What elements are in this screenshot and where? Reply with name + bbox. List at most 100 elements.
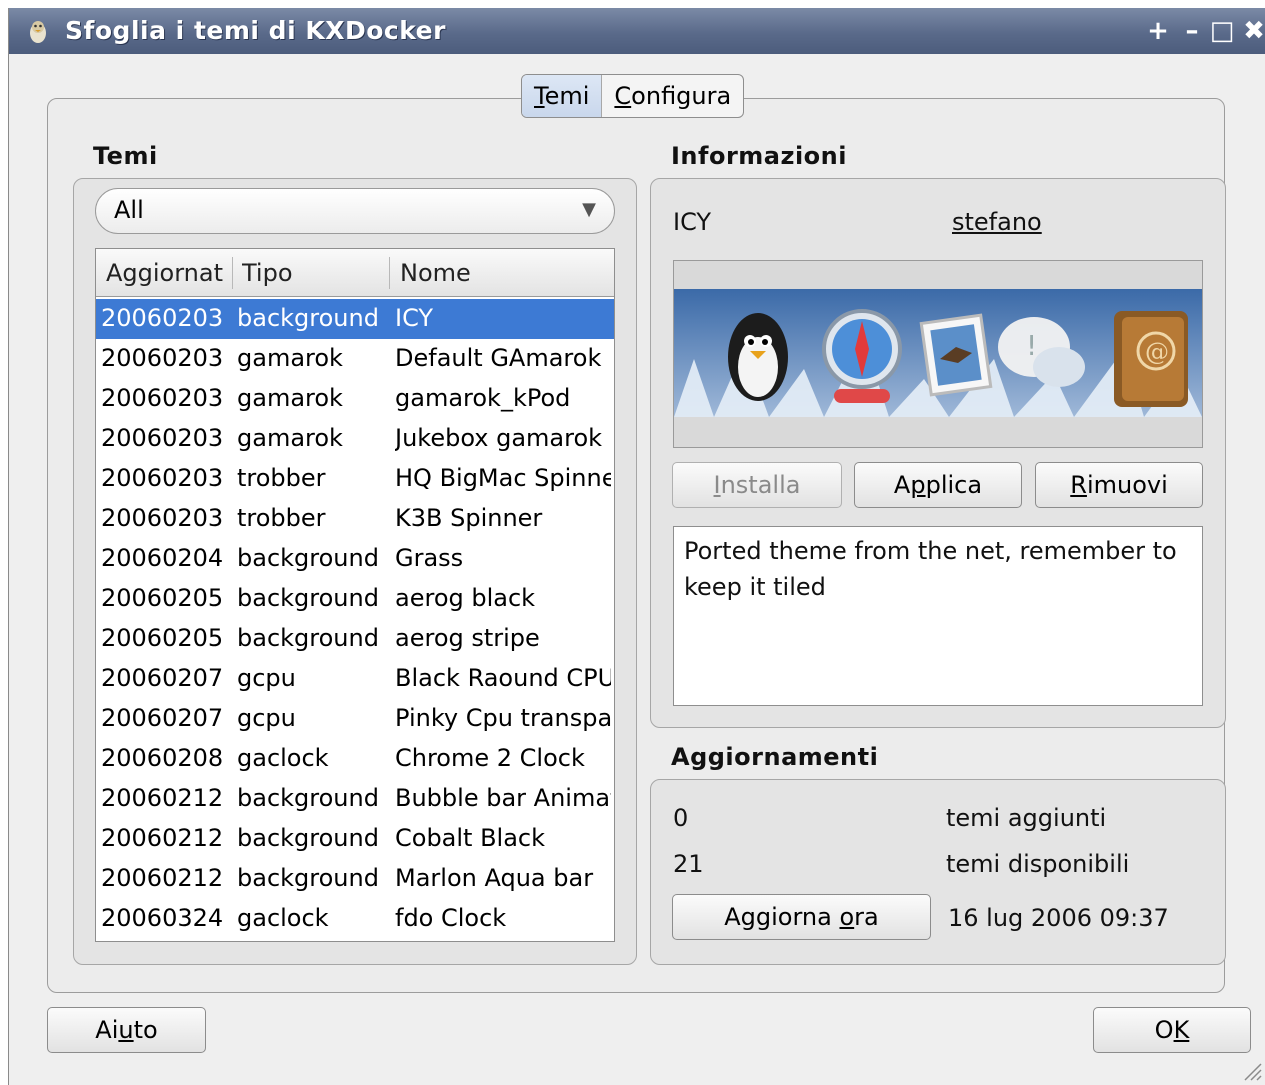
filter-value: All [114, 196, 144, 224]
list-item[interactable]: 20060207 gcpu Pinky Cpu transparent [96, 699, 614, 739]
list-item[interactable]: 20060203 gamarok Jukebox gamarok [96, 419, 614, 459]
list-item[interactable]: 20060203 gamarok Default GAmarok [96, 339, 614, 379]
resize-grip-icon[interactable] [1241, 1060, 1263, 1082]
list-item[interactable]: 20060207 gcpu Black Raound CPU [96, 659, 614, 699]
author-link[interactable]: stefano [952, 208, 1042, 236]
cell-date: 20060203 [101, 384, 224, 412]
cell-date: 20060207 [101, 704, 224, 732]
title-bar[interactable]: Sfoglia i temi di KXDocker + – □ ✖ [9, 8, 1265, 54]
remove-button[interactable]: Rimuovi [1035, 462, 1203, 508]
cell-name: Pinky Cpu transparent [395, 704, 611, 732]
cell-type: gamarok [237, 384, 343, 412]
cell-name: aerog stripe [395, 624, 540, 652]
cell-name: fdo Clock [395, 904, 507, 932]
cell-date: 20060205 [101, 584, 224, 612]
column-divider[interactable] [232, 257, 233, 289]
theme-type-filter-select[interactable]: All ▼ [95, 188, 615, 234]
cell-name: Marlon Aqua bar [395, 864, 594, 892]
cell-name: K3B Spinner [395, 504, 543, 532]
list-header: Aggiornat Tipo Nome [96, 249, 614, 297]
cell-type: background [237, 824, 379, 852]
cell-name: Default GAmarok [395, 344, 602, 372]
cell-type: gamarok [237, 424, 343, 452]
list-item[interactable]: 20060203 gamarok gamarok_kPod [96, 379, 614, 419]
tab-temi[interactable]: Temi [522, 75, 603, 117]
cell-name: gamarok_kPod [395, 384, 571, 412]
cell-name: Black Raound CPU [395, 664, 611, 692]
theme-description[interactable]: Ported theme from the net, remember to k… [673, 526, 1203, 706]
list-item[interactable]: 20060208 gaclock Chrome 2 Clock [96, 739, 614, 779]
cell-type: background [237, 304, 379, 332]
cell-type: trobber [237, 504, 326, 532]
column-header-date[interactable]: Aggiornat [106, 259, 228, 287]
cell-date: 20060212 [101, 864, 224, 892]
cell-type: background [237, 544, 379, 572]
info-section-title: Informazioni [671, 142, 847, 170]
list-item[interactable]: 20060205 background aerog black [96, 579, 614, 619]
install-button[interactable]: Installa [672, 462, 842, 508]
cell-name: Grass [395, 544, 464, 572]
column-divider[interactable] [389, 257, 390, 289]
help-button[interactable]: Aiuto [47, 1007, 206, 1053]
cell-date: 20060205 [101, 624, 224, 652]
tab-bar: Temi Configura [521, 74, 745, 118]
cell-name: ICY [395, 304, 434, 332]
svg-text:!: ! [1026, 329, 1037, 362]
cell-date: 20060203 [101, 304, 224, 332]
theme-preview-image: ! @ [674, 289, 1202, 417]
cell-date: 20060204 [101, 544, 224, 572]
cell-type: background [237, 864, 379, 892]
list-item[interactable]: 20060203 background ICY [96, 299, 614, 339]
add-icon[interactable]: + [1145, 18, 1171, 44]
maximize-icon[interactable]: □ [1209, 18, 1235, 44]
list-item[interactable]: 20060204 background Grass [96, 539, 614, 579]
cell-date: 20060212 [101, 784, 224, 812]
theme-name: ICY [673, 208, 712, 236]
svg-text:@: @ [1145, 338, 1169, 366]
cell-type: background [237, 784, 379, 812]
cell-type: gcpu [237, 704, 296, 732]
added-count: 0 [673, 804, 689, 832]
cell-type: gaclock [237, 904, 329, 932]
list-item[interactable]: 20060203 trobber K3B Spinner [96, 499, 614, 539]
tab-configura[interactable]: Configura [602, 75, 743, 117]
cell-date: 20060212 [101, 824, 224, 852]
cell-date: 20060324 [101, 904, 224, 932]
cell-date: 20060208 [101, 744, 224, 772]
list-item[interactable]: 20060324 gaclock fdo Clock [96, 899, 614, 939]
cell-name: HQ BigMac Spinner [395, 464, 611, 492]
themes-list[interactable]: Aggiornat Tipo Nome 20060203 background IC… [95, 248, 615, 942]
themes-section-title: Temi [93, 142, 158, 170]
apply-button[interactable]: Applica [854, 462, 1022, 508]
cell-type: background [237, 584, 379, 612]
list-item[interactable]: 20060212 background Bubble bar Animated [96, 779, 614, 819]
cell-date: 20060203 [101, 344, 224, 372]
list-item[interactable]: 20060203 trobber HQ BigMac Spinner [96, 459, 614, 499]
list-item[interactable]: 20060212 background Cobalt Black [96, 819, 614, 859]
column-header-type[interactable]: Tipo [242, 259, 382, 287]
penguin-app-icon [30, 21, 46, 43]
dialog-window: Sfoglia i temi di KXDocker + – □ ✖ Temi … [8, 8, 1265, 1085]
cell-type: gcpu [237, 664, 296, 692]
cell-date: 20060203 [101, 504, 224, 532]
updates-section-title: Aggiornamenti [671, 743, 879, 771]
cell-type: trobber [237, 464, 326, 492]
cell-name: Bubble bar Animated [395, 784, 611, 812]
minimize-icon[interactable]: – [1179, 18, 1205, 44]
cell-type: gaclock [237, 744, 329, 772]
cell-name: Cobalt Black [395, 824, 546, 852]
window-title: Sfoglia i temi di KXDocker [65, 16, 446, 45]
list-item[interactable]: 20060212 background Marlon Aqua bar [96, 859, 614, 899]
cell-name: aerog black [395, 584, 536, 612]
cell-type: background [237, 624, 379, 652]
update-now-button[interactable]: Aggiorna ora [672, 894, 931, 940]
available-count: 21 [673, 850, 704, 878]
cell-date: 20060203 [101, 424, 224, 452]
column-header-name[interactable]: Nome [400, 259, 600, 287]
available-label: temi disponibili [946, 850, 1130, 878]
list-item[interactable]: 20060205 background aerog stripe [96, 619, 614, 659]
cell-date: 20060203 [101, 464, 224, 492]
ok-button[interactable]: OK [1093, 1007, 1251, 1053]
cell-name: Jukebox gamarok [395, 424, 603, 452]
close-icon[interactable]: ✖ [1241, 18, 1265, 44]
